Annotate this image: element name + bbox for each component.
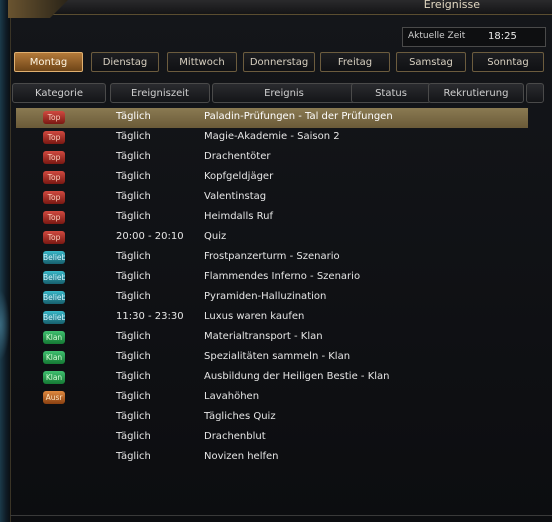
category-badge: Top xyxy=(43,211,65,224)
day-tabs: Montag Dienstag Mittwoch Donnerstag Frei… xyxy=(14,52,544,74)
event-list: Top Täglich Paladin-Prüfungen - Tal der Pr… xyxy=(16,108,528,508)
category-badge: Top xyxy=(43,231,65,244)
tab-sonntag[interactable]: Sonntag xyxy=(472,52,544,72)
tab-donnerstag[interactable]: Donnerstag xyxy=(243,52,315,72)
event-row[interactable]: Top Täglich Heimdalls Ruf xyxy=(16,208,528,228)
tab-montag[interactable]: Montag xyxy=(14,52,83,72)
event-row[interactable]: Top Täglich Magie-Akademie - Saison 2 xyxy=(16,128,528,148)
category-badge: Ausr xyxy=(43,391,65,404)
event-time: Täglich xyxy=(116,291,151,302)
event-name: Spezialitäten sammeln - Klan xyxy=(204,351,351,362)
category-badge: Beliebt xyxy=(43,271,65,284)
category-badge: Top xyxy=(43,111,65,124)
category-badge: Beliebt xyxy=(43,251,65,264)
event-time: Täglich xyxy=(116,411,151,422)
event-time: Täglich xyxy=(116,171,151,182)
event-time: Täglich xyxy=(116,111,151,122)
event-time: Täglich xyxy=(116,191,151,202)
event-row[interactable]: Top 20:00 - 20:10 Quiz xyxy=(16,228,528,248)
event-name: Pyramiden-Halluzination xyxy=(204,291,327,302)
tab-mittwoch[interactable]: Mittwoch xyxy=(167,52,237,72)
event-time: Täglich xyxy=(116,431,151,442)
event-time: 20:00 - 20:10 xyxy=(116,231,184,242)
category-badge: Top xyxy=(43,151,65,164)
category-badge: Beliebt xyxy=(43,311,65,324)
event-row[interactable]: Beliebt Täglich Flammendes Inferno - Szena… xyxy=(16,268,528,288)
event-time: Täglich xyxy=(116,351,151,362)
event-name: Flammendes Inferno - Szenario xyxy=(204,271,361,282)
event-time: Täglich xyxy=(116,271,151,282)
event-time: Täglich xyxy=(116,451,151,462)
event-name: Heimdalls Ruf xyxy=(204,211,273,222)
category-badge: Top xyxy=(43,191,65,204)
event-row[interactable]: Täglich Tägliches Quiz xyxy=(16,408,528,428)
col-rekrutierung[interactable]: Rekrutierung xyxy=(428,83,524,103)
col-ereigniszeit[interactable]: Ereigniszeit xyxy=(110,83,210,103)
tab-freitag[interactable]: Freitag xyxy=(320,52,390,72)
category-badge: Klan xyxy=(43,331,65,344)
col-ereignis[interactable]: Ereignis xyxy=(212,83,356,103)
category-badge: Klan xyxy=(43,371,65,384)
event-name: Quiz xyxy=(204,231,227,242)
current-time-value: 18:25 xyxy=(488,31,517,42)
tab-samstag[interactable]: Samstag xyxy=(396,52,466,72)
event-name: Tägliches Quiz xyxy=(204,411,276,422)
event-row[interactable]: Ausr Täglich Lavahöhen xyxy=(16,388,528,408)
event-row[interactable]: Beliebt Täglich Pyramiden-Halluzination xyxy=(16,288,528,308)
corner-ornament xyxy=(8,0,68,18)
bottom-divider xyxy=(10,515,552,516)
event-name: Materialtransport - Klan xyxy=(204,331,323,342)
event-name: Drachentöter xyxy=(204,151,271,162)
title-bar: Ereignisse xyxy=(10,0,552,15)
col-extra[interactable] xyxy=(526,83,544,103)
event-time: Täglich xyxy=(116,371,151,382)
event-row[interactable]: Klan Täglich Ausbildung der Heiligen Besti… xyxy=(16,368,528,388)
category-badge: Top xyxy=(43,131,65,144)
event-row[interactable]: Beliebt Täglich Frostpanzerturm - Szenario xyxy=(16,248,528,268)
event-row[interactable]: Klan Täglich Spezialitäten sammeln - Klan xyxy=(16,348,528,368)
current-time-box: Aktuelle Zeit 18:25 xyxy=(402,27,546,47)
col-kategorie[interactable]: Kategorie xyxy=(12,83,106,103)
left-border-decoration xyxy=(0,0,11,522)
event-name: Kopfgeldjäger xyxy=(204,171,274,182)
event-name: Magie-Akademie - Saison 2 xyxy=(204,131,340,142)
category-badge: Klan xyxy=(43,351,65,364)
event-time: Täglich xyxy=(116,211,151,222)
category-badge: Top xyxy=(43,171,65,184)
category-badge: Beliebt xyxy=(43,291,65,304)
col-status[interactable]: Status xyxy=(351,83,431,103)
event-row[interactable]: Top Täglich Drachentöter xyxy=(16,148,528,168)
event-name: Paladin-Prüfungen - Tal der Prüfungen xyxy=(204,111,393,122)
event-time: Täglich xyxy=(116,331,151,342)
event-time: Täglich xyxy=(116,391,151,402)
event-name: Drachenblut xyxy=(204,431,266,442)
events-window: Ereignisse Aktuelle Zeit 18:25 Montag Di… xyxy=(0,0,552,522)
event-name: Lavahöhen xyxy=(204,391,260,402)
event-name: Novizen helfen xyxy=(204,451,279,462)
window-title: Ereignisse xyxy=(423,0,480,11)
event-row[interactable]: Beliebt 11:30 - 23:30 Luxus waren kaufen xyxy=(16,308,528,328)
event-row[interactable]: Top Täglich Paladin-Prüfungen - Tal der Pr… xyxy=(16,108,528,128)
current-time-label: Aktuelle Zeit xyxy=(408,31,466,41)
event-row[interactable]: Klan Täglich Materialtransport - Klan xyxy=(16,328,528,348)
event-row[interactable]: Täglich Drachenblut xyxy=(16,428,528,448)
column-header-bar: Kategorie Ereigniszeit Ereignis Status R… xyxy=(10,83,544,105)
event-time: Täglich xyxy=(116,151,151,162)
event-name: Luxus waren kaufen xyxy=(204,311,305,322)
tab-dienstag[interactable]: Dienstag xyxy=(91,52,159,72)
event-name: Ausbildung der Heiligen Bestie - Klan xyxy=(204,371,390,382)
event-row[interactable]: Top Täglich Valentinstag xyxy=(16,188,528,208)
event-time: 11:30 - 23:30 xyxy=(116,311,184,322)
event-row[interactable]: Täglich Novizen helfen xyxy=(16,448,528,468)
event-time: Täglich xyxy=(116,131,151,142)
event-name: Valentinstag xyxy=(204,191,267,202)
event-time: Täglich xyxy=(116,251,151,262)
event-row[interactable]: Top Täglich Kopfgeldjäger xyxy=(16,168,528,188)
event-name: Frostpanzerturm - Szenario xyxy=(204,251,340,262)
